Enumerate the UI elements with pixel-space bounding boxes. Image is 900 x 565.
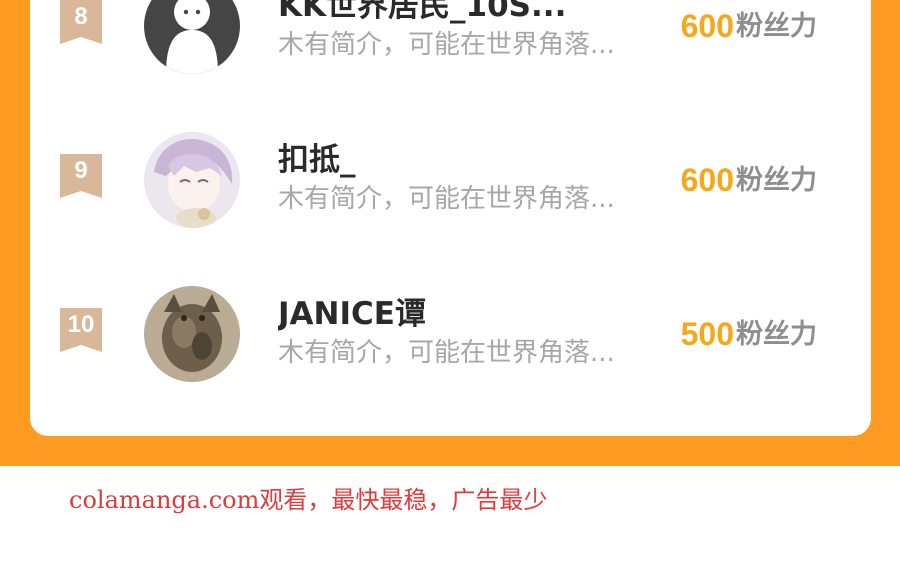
ranking-card: 8 KK世界居民_10S... 木有简介，可能在世界角落... 600 粉丝力 … <box>30 0 871 436</box>
rank-badge: 8 <box>60 0 102 44</box>
user-name[interactable]: JANICE谭 <box>278 294 658 334</box>
rank-badge: 10 <box>60 308 102 352</box>
fans-unit: 粉丝力 <box>736 319 817 350</box>
user-bio: 木有简介，可能在世界角落... <box>278 338 615 368</box>
avatar[interactable] <box>144 132 240 228</box>
rank-badge: 9 <box>60 154 102 198</box>
fans-unit: 粉丝力 <box>736 165 817 196</box>
ranking-row-9[interactable]: 9 扣抵_ 木有简介，可能在世界角落... 600 粉丝力 <box>30 124 871 234</box>
avatar[interactable] <box>144 286 240 382</box>
ranking-row-10[interactable]: 10 JANICE谭 木有简介，可能在世界角落... 500 粉丝力 <box>30 278 871 388</box>
site-watermark: colamanga.com观看，最快最稳，广告最少 <box>69 486 548 514</box>
fans-count: 600 <box>680 8 734 44</box>
fans-unit: 粉丝力 <box>736 11 817 42</box>
rank-number: 10 <box>67 311 95 338</box>
fans-count: 600 <box>680 162 734 198</box>
user-bio: 木有简介，可能在世界角落... <box>278 30 615 60</box>
ranking-row-8[interactable]: 8 KK世界居民_10S... 木有简介，可能在世界角落... 600 粉丝力 <box>30 0 871 80</box>
rank-number: 8 <box>74 3 88 30</box>
rank-number: 9 <box>74 157 88 184</box>
user-name[interactable]: 扣抵_ <box>278 140 658 180</box>
cat-photo-avatar-icon <box>144 286 240 382</box>
user-bio: 木有简介，可能在世界角落... <box>278 184 615 214</box>
avatar[interactable] <box>144 0 240 74</box>
default-ghost-avatar-icon <box>144 0 240 74</box>
fans-count: 500 <box>680 316 734 352</box>
user-name[interactable]: KK世界居民_10S... <box>278 0 658 26</box>
anime-girl-avatar-icon <box>144 132 240 228</box>
